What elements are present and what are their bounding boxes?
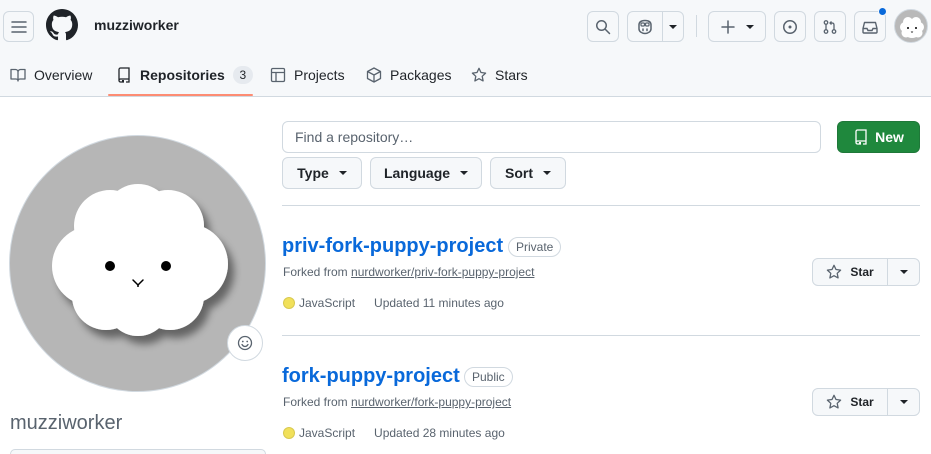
tab-stars[interactable]: Stars <box>471 52 528 97</box>
copilot-button-group <box>627 11 684 42</box>
active-tab-indicator <box>108 94 253 96</box>
star-icon <box>827 394 842 409</box>
chevron-down-icon <box>338 171 347 175</box>
chevron-down-icon <box>460 171 469 175</box>
smiley-icon <box>237 335 253 351</box>
profile-username: muzziworker <box>10 412 123 434</box>
header-username[interactable]: muzziworker <box>94 17 179 33</box>
forked-from-link[interactable]: nurdworker/fork-puppy-project <box>351 395 511 409</box>
repo-language: JavaScript <box>299 296 356 310</box>
chevron-down-icon <box>899 400 908 404</box>
book-icon <box>10 68 26 82</box>
issue-opened-icon <box>783 19 797 34</box>
hamburger-icon <box>10 20 27 33</box>
star-label: Star <box>850 395 874 409</box>
puppy-avatar-icon <box>52 184 228 336</box>
github-logo-icon[interactable] <box>46 9 78 41</box>
repo-icon <box>118 66 130 83</box>
tab-packages[interactable]: Packages <box>366 52 451 97</box>
pull-request-icon <box>823 19 837 34</box>
star-button-group: Star <box>812 258 920 286</box>
repo-updated: Updated 28 minutes ago <box>374 426 505 440</box>
language-color-dot <box>283 297 295 309</box>
new-repository-button[interactable]: New <box>837 121 920 153</box>
search-icon <box>596 19 611 34</box>
visibility-badge: Public <box>464 367 513 387</box>
new-button-label: New <box>875 129 904 145</box>
forked-from-prefix: Forked from <box>283 265 348 279</box>
repo-count-badge: 3 <box>232 65 253 84</box>
repo-icon <box>855 129 867 145</box>
star-icon <box>827 264 842 279</box>
tab-label: Overview <box>34 66 93 83</box>
language-color-dot <box>283 427 295 439</box>
pull-requests-button[interactable] <box>814 11 846 42</box>
inbox-icon <box>862 21 878 34</box>
copilot-icon <box>638 19 652 34</box>
profile-action-button[interactable] <box>10 449 266 454</box>
chevron-down-icon <box>543 171 551 175</box>
tab-projects[interactable]: Projects <box>270 52 345 97</box>
forked-from-line: Forked from nurdworker/fork-puppy-projec… <box>283 395 511 409</box>
tab-overview[interactable]: Overview <box>10 52 92 97</box>
chevron-down-icon <box>899 270 908 274</box>
list-divider <box>282 205 920 206</box>
forked-from-link[interactable]: nurdworker/priv-fork-puppy-project <box>351 265 534 279</box>
tab-label: Stars <box>495 66 528 83</box>
notification-indicator <box>878 7 887 16</box>
star-button[interactable]: Star <box>813 389 888 415</box>
header-divider <box>696 15 697 37</box>
repo-name-link[interactable]: priv-fork-puppy-project <box>282 235 503 258</box>
copilot-button[interactable] <box>628 12 664 41</box>
package-icon <box>366 66 382 83</box>
repo-updated: Updated 11 minutes ago <box>374 296 504 310</box>
tab-label: Projects <box>294 66 345 83</box>
sort-label: Sort <box>505 165 533 181</box>
forked-from-line: Forked from nurdworker/priv-fork-puppy-p… <box>283 265 534 279</box>
tab-label: Packages <box>390 66 452 83</box>
puppy-avatar-icon <box>900 17 924 38</box>
star-lists-dropdown[interactable] <box>888 389 919 415</box>
copilot-dropdown[interactable] <box>663 12 683 41</box>
repo-language: JavaScript <box>299 426 356 440</box>
star-button[interactable]: Star <box>813 259 888 285</box>
tab-label: Repositories <box>140 66 225 83</box>
issues-button[interactable] <box>774 11 806 42</box>
app-header: muzziworker Overview Repositories 3 Proj… <box>0 0 931 97</box>
profile-avatar[interactable] <box>9 135 266 392</box>
profile-tabs: Overview Repositories 3 Projects Package… <box>0 52 931 97</box>
chevron-down-icon <box>746 24 754 29</box>
star-icon <box>471 67 487 82</box>
table-icon <box>270 67 286 82</box>
repo-name-link[interactable]: fork-puppy-project <box>282 365 460 388</box>
set-status-button[interactable] <box>227 325 263 361</box>
search-button[interactable] <box>587 11 619 42</box>
visibility-badge: Private <box>508 237 562 257</box>
star-lists-dropdown[interactable] <box>888 259 919 285</box>
repo-meta: JavaScript Updated 11 minutes ago <box>283 296 504 310</box>
language-filter-button[interactable]: Language <box>370 157 482 189</box>
language-filter-label: Language <box>383 165 451 181</box>
plus-icon <box>721 19 735 34</box>
star-button-group: Star <box>812 388 920 416</box>
menu-button[interactable] <box>3 11 34 42</box>
tab-repositories[interactable]: Repositories 3 <box>116 52 253 97</box>
sort-button[interactable]: Sort <box>490 157 566 189</box>
user-avatar[interactable] <box>894 9 928 43</box>
type-filter-label: Type <box>297 165 329 181</box>
repo-meta: JavaScript Updated 28 minutes ago <box>283 426 505 440</box>
list-divider <box>282 335 920 336</box>
top-bar: muzziworker <box>0 0 931 52</box>
create-new-button[interactable] <box>708 11 766 42</box>
find-repository-input[interactable] <box>282 121 821 153</box>
forked-from-prefix: Forked from <box>283 395 348 409</box>
chevron-down-icon <box>669 24 678 29</box>
star-label: Star <box>850 265 874 279</box>
type-filter-button[interactable]: Type <box>282 157 362 189</box>
